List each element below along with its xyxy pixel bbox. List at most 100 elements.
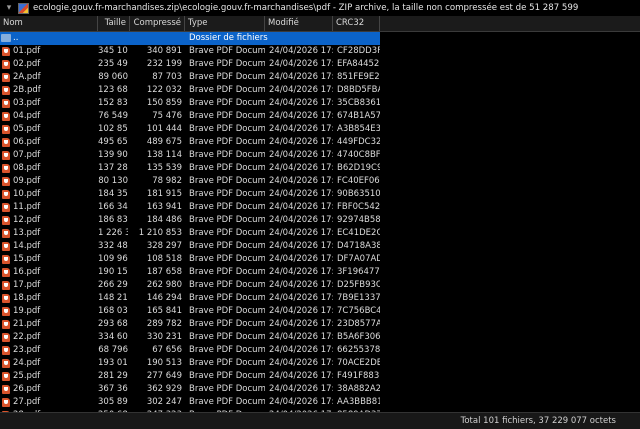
file-modified: 24/04/2026 17:42 <box>269 371 333 381</box>
file-crc: EC41DE2C <box>337 228 380 238</box>
file-row[interactable]: 19.pdf 168 038 165 841 Brave PDF Docum... 24… <box>0 305 380 318</box>
file-row[interactable]: 18.pdf 148 213 146 294 Brave PDF Docum... 24… <box>0 292 380 305</box>
file-crc: 66255378 <box>337 345 380 355</box>
file-compressed-size: 1 210 853 <box>138 228 182 238</box>
file-size: 148 213 <box>98 293 128 303</box>
file-size: 293 684 <box>98 319 128 329</box>
file-name: 13.pdf <box>13 228 41 238</box>
file-row[interactable]: 14.pdf 332 480 328 297 Brave PDF Docum... 24… <box>0 240 380 253</box>
column-size-header[interactable]: Taille <box>98 16 130 31</box>
file-row[interactable]: 12.pdf 186 830 184 486 Brave PDF Docum... 24… <box>0 214 380 227</box>
file-row[interactable]: 16.pdf 190 159 187 658 Brave PDF Docum... 24… <box>0 266 380 279</box>
parent-folder-row[interactable]: .. Dossier de fichiers <box>0 32 380 45</box>
file-row[interactable]: 15.pdf 109 960 108 518 Brave PDF Docum... 24… <box>0 253 380 266</box>
file-crc: 92974B58 <box>337 215 380 225</box>
column-modified-header[interactable]: Modifié <box>265 16 333 31</box>
file-size: 495 650 <box>98 137 128 147</box>
file-type: Brave PDF Docum... <box>189 280 265 290</box>
pdf-file-icon <box>2 73 10 82</box>
file-modified: 24/04/2026 17:42 <box>269 267 333 277</box>
column-type-header[interactable]: Type <box>185 16 265 31</box>
file-row[interactable]: 08.pdf 137 288 135 539 Brave PDF Docum... 24… <box>0 162 380 175</box>
file-row[interactable]: 25.pdf 281 291 277 649 Brave PDF Docum... 24… <box>0 370 380 383</box>
archive-path[interactable]: ecologie.gouv.fr-marchandises.zip\ecolog… <box>33 3 578 13</box>
file-type: Brave PDF Docum... <box>189 176 265 186</box>
history-dropdown-icon[interactable]: ▾ <box>0 3 18 13</box>
file-row[interactable]: 24.pdf 193 014 190 513 Brave PDF Docum... 24… <box>0 357 380 370</box>
file-type: Brave PDF Docum... <box>189 137 265 147</box>
file-type: Brave PDF Docum... <box>189 124 265 134</box>
path-bar[interactable]: ▾ ecologie.gouv.fr-marchandises.zip\ecol… <box>0 0 640 16</box>
file-row[interactable]: 04.pdf 76 549 75 476 Brave PDF Docum... 24/0… <box>0 110 380 123</box>
file-row[interactable]: 02.pdf 235 495 232 199 Brave PDF Docum... 24… <box>0 58 380 71</box>
file-row[interactable]: 03.pdf 152 831 150 859 Brave PDF Docum... 24… <box>0 97 380 110</box>
file-size: 102 854 <box>98 124 128 134</box>
file-row[interactable]: 10.pdf 184 356 181 915 Brave PDF Docum... 24… <box>0 188 380 201</box>
file-size: 367 362 <box>98 384 128 394</box>
file-compressed-size: 302 247 <box>146 397 182 407</box>
file-row[interactable]: 23.pdf 68 796 67 656 Brave PDF Docum... 24/0… <box>0 344 380 357</box>
file-type: Brave PDF Docum... <box>189 189 265 199</box>
file-modified: 24/04/2026 17:42 <box>269 137 333 147</box>
file-row[interactable]: 26.pdf 367 362 362 929 Brave PDF Docum... 24… <box>0 383 380 396</box>
column-name-header[interactable]: Nom <box>0 16 98 31</box>
pdf-file-icon <box>2 138 10 147</box>
file-row[interactable]: 05.pdf 102 854 101 444 Brave PDF Docum... 24… <box>0 123 380 136</box>
file-name: 11.pdf <box>13 202 41 212</box>
file-row[interactable]: 07.pdf 139 904 138 114 Brave PDF Docum... 24… <box>0 149 380 162</box>
file-name: 09.pdf <box>13 176 41 186</box>
file-row[interactable]: 21.pdf 293 684 289 782 Brave PDF Docum... 24… <box>0 318 380 331</box>
pdf-file-icon <box>2 268 10 277</box>
file-size: 166 345 <box>98 202 128 212</box>
file-row[interactable]: 11.pdf 166 345 163 941 Brave PDF Docum... 24… <box>0 201 380 214</box>
file-compressed-size: 108 518 <box>146 254 182 264</box>
file-row[interactable]: 06.pdf 495 650 489 675 Brave PDF Docum... 24… <box>0 136 380 149</box>
status-bar: Total 101 fichiers, 37 229 077 octets <box>0 412 640 429</box>
file-compressed-size: 187 658 <box>146 267 182 277</box>
file-row[interactable]: 27.pdf 305 891 302 247 Brave PDF Docum... 24… <box>0 396 380 409</box>
file-type: Brave PDF Docum... <box>189 241 265 251</box>
pdf-file-icon <box>2 125 10 134</box>
pdf-file-icon <box>2 112 10 121</box>
file-row[interactable]: 01.pdf 345 104 340 891 Brave PDF Docum... 24… <box>0 45 380 58</box>
column-compressed-header[interactable]: Compressé <box>130 16 185 31</box>
file-modified: 24/04/2026 17:42 <box>269 189 333 199</box>
file-type: Brave PDF Docum... <box>189 319 265 329</box>
file-crc: D25FB93C <box>337 280 380 290</box>
file-type: Brave PDF Docum... <box>189 215 265 225</box>
file-type: Brave PDF Docum... <box>189 98 265 108</box>
file-type: Brave PDF Docum... <box>189 202 265 212</box>
file-modified: 24/04/2026 17:42 <box>269 254 333 264</box>
pdf-file-icon <box>2 320 10 329</box>
file-name: 27.pdf <box>13 397 41 407</box>
pdf-file-icon <box>2 203 10 212</box>
file-row[interactable]: 2B.pdf 123 680 122 032 Brave PDF Docum... 24… <box>0 84 380 97</box>
pdf-file-icon <box>2 99 10 108</box>
file-crc: 674B1A57 <box>337 111 380 121</box>
file-modified: 24/04/2026 17:42 <box>269 384 333 394</box>
file-row[interactable]: 13.pdf 1 226 397 1 210 853 Brave PDF Docum.… <box>0 227 380 240</box>
file-type: Brave PDF Docum... <box>189 293 265 303</box>
file-row[interactable]: 22.pdf 334 607 330 231 Brave PDF Docum... 24… <box>0 331 380 344</box>
pdf-file-icon <box>2 281 10 290</box>
file-type: Brave PDF Docum... <box>189 163 265 173</box>
file-size: 68 796 <box>98 345 128 355</box>
file-modified: 24/04/2026 17:42 <box>269 176 333 186</box>
file-size: 332 480 <box>98 241 128 251</box>
file-row[interactable]: 09.pdf 80 130 78 982 Brave PDF Docum... 24/0… <box>0 175 380 188</box>
column-crc-header[interactable]: CRC32 <box>333 16 380 31</box>
file-modified: 24/04/2026 17:42 <box>269 319 333 329</box>
file-name: 19.pdf <box>13 306 41 316</box>
file-name: 04.pdf <box>13 111 41 121</box>
file-size: 345 104 <box>98 46 128 56</box>
pdf-file-icon <box>2 190 10 199</box>
file-crc: A3B854E3 <box>337 124 380 134</box>
file-size: 281 291 <box>98 371 128 381</box>
file-compressed-size: 190 513 <box>146 358 182 368</box>
file-compressed-size: 262 980 <box>146 280 182 290</box>
file-row[interactable]: 17.pdf 266 298 262 980 Brave PDF Docum... 24… <box>0 279 380 292</box>
file-name: 02.pdf <box>13 59 41 69</box>
file-compressed-size: 340 891 <box>146 46 182 56</box>
file-type: Brave PDF Docum... <box>189 267 265 277</box>
file-row[interactable]: 2A.pdf 89 060 87 703 Brave PDF Docum... 24/0… <box>0 71 380 84</box>
